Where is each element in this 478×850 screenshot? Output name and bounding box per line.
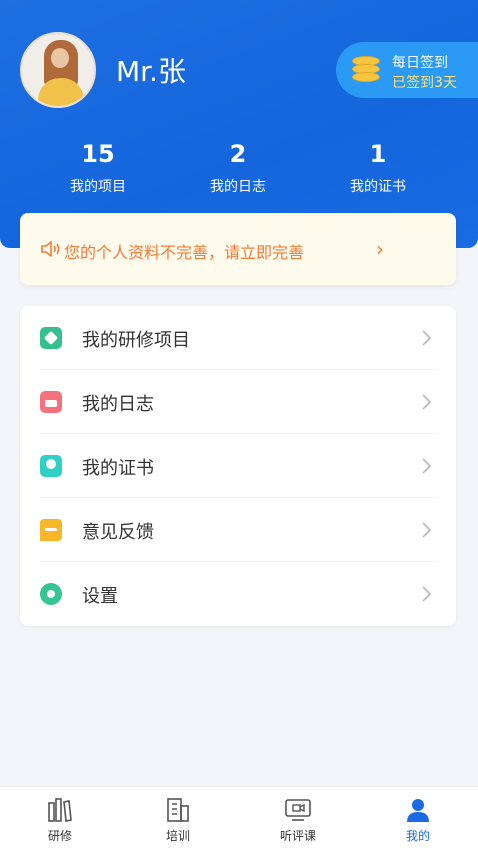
stat-label: 我的日志 xyxy=(210,179,266,195)
menu-item-label: 我的研修项目 xyxy=(82,330,190,351)
menu-item-label: 我的证书 xyxy=(82,458,154,479)
certificate-icon xyxy=(40,455,62,477)
menu-list: 我的研修项目 我的日志 我的证书 意见反馈 设置 xyxy=(20,306,456,626)
avatar[interactable] xyxy=(20,32,96,108)
bottom-tab-bar: 研修 培训 听评课 我的 xyxy=(0,786,478,850)
chevron-right-icon xyxy=(422,330,432,346)
building-icon xyxy=(167,798,189,822)
tab-label: 听评课 xyxy=(279,829,316,843)
tab-label: 研修 xyxy=(47,829,72,843)
tab-lesson-review[interactable]: 听评课 xyxy=(248,797,348,844)
stat-certificates[interactable]: 1 我的证书 xyxy=(318,140,438,196)
layers-icon xyxy=(40,327,62,349)
books-icon xyxy=(48,798,72,822)
checkin-title: 每日签到 xyxy=(392,55,448,71)
username: Mr.张 xyxy=(116,55,187,88)
tab-label: 培训 xyxy=(165,829,190,843)
checkin-status: 已签到3天 xyxy=(392,75,457,91)
speaker-icon xyxy=(41,241,60,257)
menu-item-settings[interactable]: 设置 xyxy=(20,562,456,626)
chevron-right-icon: › xyxy=(376,237,384,261)
menu-item-journals[interactable]: 我的日志 xyxy=(20,370,456,434)
gear-icon xyxy=(40,583,62,605)
tab-me[interactable]: 我的 xyxy=(368,797,468,844)
chevron-right-icon xyxy=(422,458,432,474)
chevron-right-icon xyxy=(422,586,432,602)
tab-label: 我的 xyxy=(405,829,430,843)
journal-icon xyxy=(40,391,62,413)
tab-training[interactable]: 培训 xyxy=(128,797,228,844)
menu-item-feedback[interactable]: 意见反馈 xyxy=(20,498,456,562)
chevron-right-icon xyxy=(422,522,432,538)
stat-value: 15 xyxy=(81,140,115,168)
stat-projects[interactable]: 15 我的项目 xyxy=(38,140,158,196)
tab-research[interactable]: 研修 xyxy=(10,797,110,844)
stat-label: 我的证书 xyxy=(350,179,406,195)
profile-incomplete-notice[interactable]: 您的个人资料不完善，请立即完善 › xyxy=(20,213,456,285)
stat-value: 1 xyxy=(369,140,387,168)
daily-checkin-button[interactable]: 每日签到 已签到3天 xyxy=(336,42,478,98)
menu-item-label: 我的日志 xyxy=(82,394,154,415)
coins-icon xyxy=(352,56,380,84)
stat-value: 2 xyxy=(229,140,247,168)
chevron-right-icon xyxy=(422,394,432,410)
menu-item-label: 意见反馈 xyxy=(82,522,154,543)
stat-journals[interactable]: 2 我的日志 xyxy=(178,140,298,196)
profile-header: Mr.张 每日签到 已签到3天 15 我的项目 2 我的日志 1 我的证书 xyxy=(0,0,478,248)
menu-item-label: 设置 xyxy=(82,586,118,607)
stat-label: 我的项目 xyxy=(70,179,126,195)
notice-text: 您的个人资料不完善，请立即完善 xyxy=(64,243,305,262)
menu-item-certificates[interactable]: 我的证书 xyxy=(20,434,456,498)
person-icon xyxy=(407,799,429,822)
menu-item-projects[interactable]: 我的研修项目 xyxy=(20,306,456,370)
video-icon xyxy=(285,799,311,821)
feedback-icon xyxy=(40,519,62,541)
